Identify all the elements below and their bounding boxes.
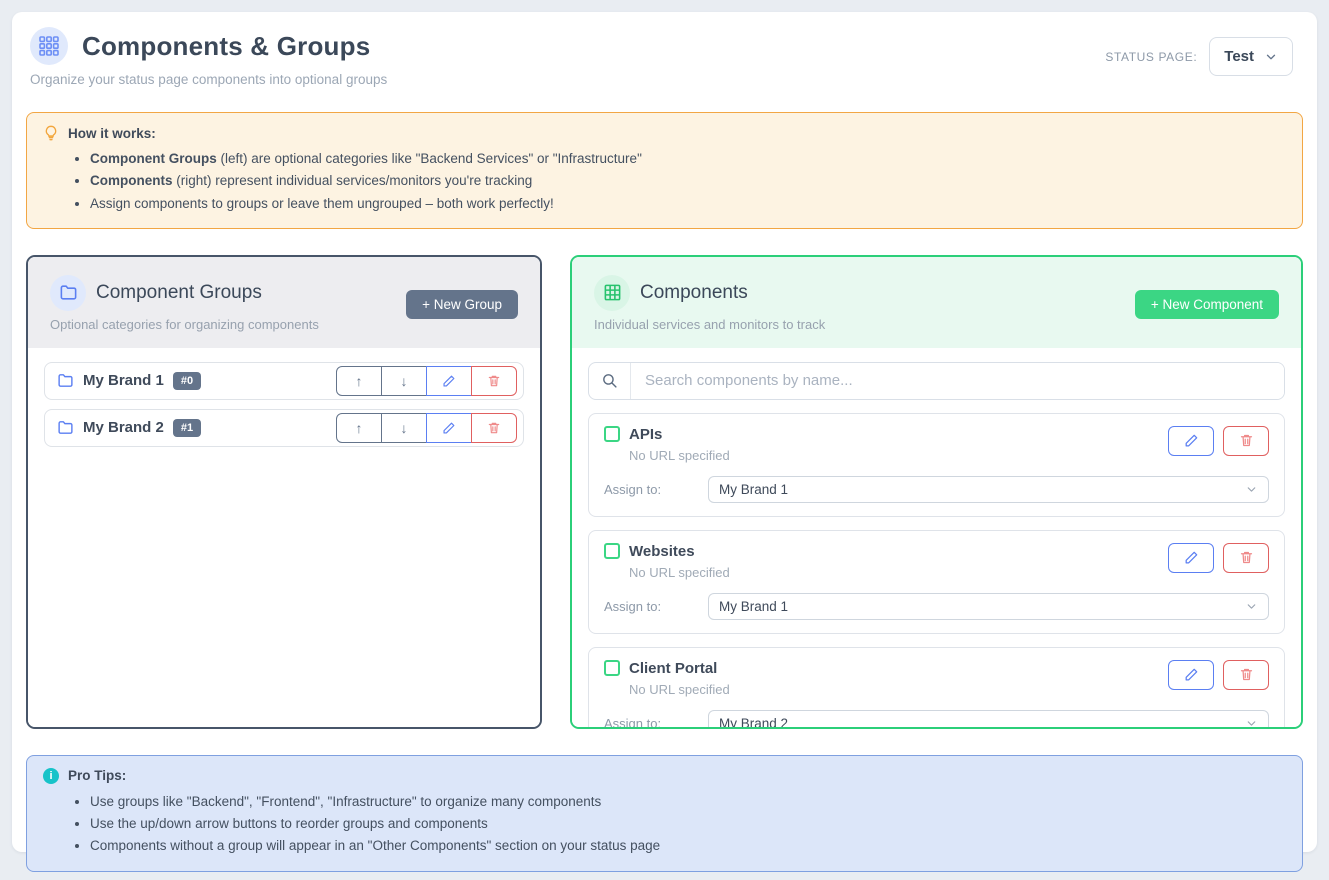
component-card: Websites No URL specified [588, 530, 1285, 634]
edit-component-button[interactable] [1168, 426, 1214, 456]
chevron-down-icon [1264, 50, 1278, 64]
new-group-button[interactable]: + New Group [406, 290, 518, 319]
trash-icon [487, 421, 501, 435]
how-it-works-item: Assign components to groups or leave the… [90, 193, 1286, 215]
chevron-down-icon [1245, 600, 1258, 613]
trash-icon [1239, 433, 1254, 448]
status-page-value: Test [1224, 48, 1254, 65]
move-up-button[interactable]: ↑ [336, 413, 382, 443]
component-url-status: No URL specified [629, 682, 730, 697]
group-name: My Brand 1 [83, 372, 164, 389]
folder-icon [57, 419, 74, 436]
status-page-label: STATUS PAGE: [1105, 50, 1197, 64]
trash-icon [1239, 667, 1254, 682]
status-page-select[interactable]: Test [1209, 37, 1293, 76]
assign-group-select[interactable]: My Brand 1 [708, 476, 1269, 503]
delete-component-button[interactable] [1223, 660, 1269, 690]
components-panel-title: Components [640, 282, 748, 304]
component-url-status: No URL specified [629, 448, 730, 463]
group-order-badge: #0 [173, 372, 201, 390]
groups-list: My Brand 1 #0 ↑ ↓ [28, 348, 540, 727]
how-it-works-box: How it works: Component Groups (left) ar… [26, 112, 1303, 229]
components-list: APIs No URL specified [572, 348, 1301, 729]
how-it-works-item: Components (right) represent individual … [90, 170, 1286, 192]
component-url-status: No URL specified [629, 565, 730, 580]
pro-tips-title: Pro Tips: [68, 768, 126, 783]
delete-group-button[interactable] [471, 413, 517, 443]
component-checkbox[interactable] [604, 426, 620, 442]
groups-panel-header: Component Groups Optional categories for… [28, 257, 540, 348]
assign-group-select[interactable]: My Brand 1 [708, 593, 1269, 620]
chevron-down-icon [1245, 483, 1258, 496]
pencil-icon [1184, 433, 1199, 448]
move-up-button[interactable]: ↑ [336, 366, 382, 396]
assign-group-value: My Brand 2 [719, 716, 788, 729]
assign-to-label: Assign to: [604, 599, 708, 614]
status-page-picker: STATUS PAGE: Test [1105, 37, 1293, 76]
component-checkbox[interactable] [604, 660, 620, 676]
pro-tip-item: Use groups like "Backend", "Frontend", "… [90, 791, 1286, 813]
component-name: Client Portal [629, 660, 717, 677]
trash-icon [487, 374, 501, 388]
component-card: Client Portal No URL specified [588, 647, 1285, 729]
pencil-icon [442, 421, 456, 435]
move-down-button[interactable]: ↓ [381, 413, 427, 443]
components-panel-header: Components Individual services and monit… [572, 257, 1301, 348]
component-search [588, 362, 1285, 400]
group-order-badge: #1 [173, 419, 201, 437]
page-title: Components & Groups [82, 31, 370, 62]
groups-panel-title: Component Groups [96, 282, 262, 304]
assign-group-select[interactable]: My Brand 2 [708, 710, 1269, 729]
assign-to-label: Assign to: [604, 482, 708, 497]
apps-grid-icon [30, 27, 68, 65]
group-name: My Brand 2 [83, 419, 164, 436]
how-it-works-list: Component Groups (left) are optional cat… [90, 148, 1286, 215]
chevron-down-icon [1245, 717, 1258, 729]
lightbulb-icon [43, 125, 59, 141]
edit-component-button[interactable] [1168, 543, 1214, 573]
pro-tips-box: i Pro Tips: Use groups like "Backend", "… [26, 755, 1303, 872]
trash-icon [1239, 550, 1254, 565]
component-card: APIs No URL specified [588, 413, 1285, 517]
folder-icon [50, 275, 86, 311]
new-component-button[interactable]: + New Component [1135, 290, 1279, 319]
group-row: My Brand 1 #0 ↑ ↓ [44, 362, 524, 400]
pencil-icon [1184, 550, 1199, 565]
edit-group-button[interactable] [426, 413, 472, 443]
move-down-button[interactable]: ↓ [381, 366, 427, 396]
assign-to-label: Assign to: [604, 716, 708, 729]
folder-icon [57, 372, 74, 389]
grid-icon [594, 275, 630, 311]
page-header: Components & Groups Organize your status… [26, 27, 1303, 101]
component-name: Websites [629, 543, 695, 560]
search-icon [589, 363, 631, 399]
components-panel: Components Individual services and monit… [570, 255, 1303, 729]
groups-panel-subtitle: Optional categories for organizing compo… [50, 317, 518, 332]
pencil-icon [442, 374, 456, 388]
component-checkbox[interactable] [604, 543, 620, 559]
delete-component-button[interactable] [1223, 543, 1269, 573]
assign-group-value: My Brand 1 [719, 599, 788, 614]
pro-tip-item: Use the up/down arrow buttons to reorder… [90, 813, 1286, 835]
components-panel-subtitle: Individual services and monitors to trac… [594, 317, 1279, 332]
delete-component-button[interactable] [1223, 426, 1269, 456]
component-name: APIs [629, 426, 662, 443]
how-it-works-title: How it works: [68, 126, 156, 141]
pro-tip-item: Components without a group will appear i… [90, 835, 1286, 857]
how-it-works-item: Component Groups (left) are optional cat… [90, 148, 1286, 170]
edit-component-button[interactable] [1168, 660, 1214, 690]
main-card: Components & Groups Organize your status… [12, 12, 1317, 852]
assign-group-value: My Brand 1 [719, 482, 788, 497]
search-input[interactable] [631, 363, 1284, 399]
info-icon: i [43, 768, 59, 784]
pro-tips-list: Use groups like "Backend", "Frontend", "… [90, 791, 1286, 858]
edit-group-button[interactable] [426, 366, 472, 396]
group-row: My Brand 2 #1 ↑ ↓ [44, 409, 524, 447]
delete-group-button[interactable] [471, 366, 517, 396]
component-groups-panel: Component Groups Optional categories for… [26, 255, 542, 729]
pencil-icon [1184, 667, 1199, 682]
